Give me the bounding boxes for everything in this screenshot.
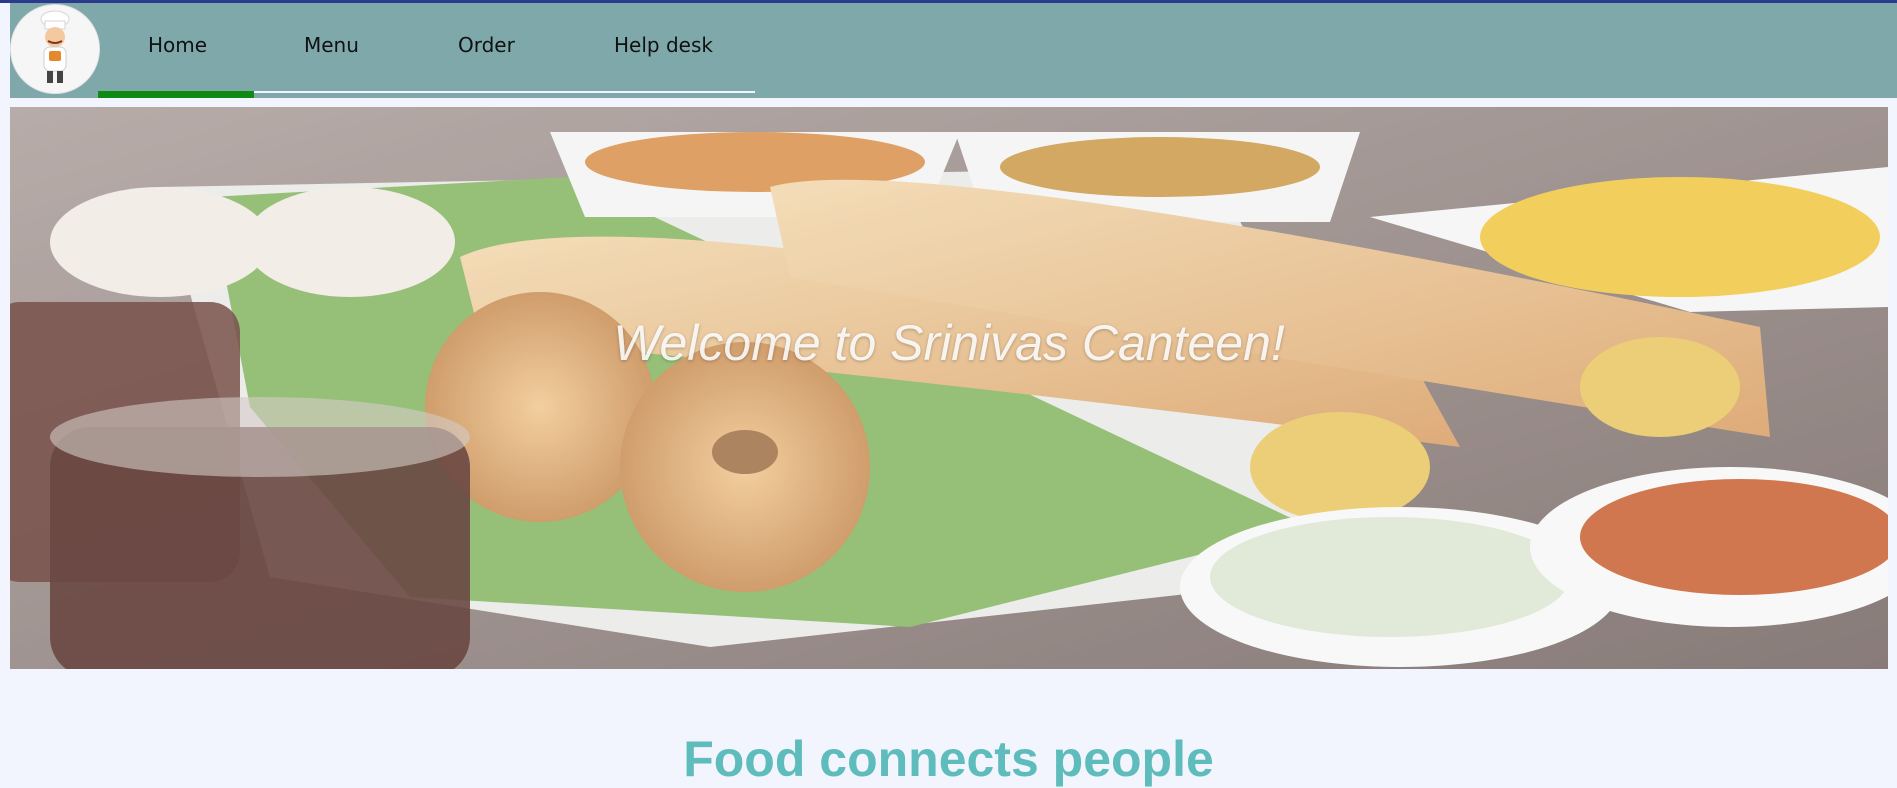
nav-active-indicator [98,91,254,98]
nav-menu-link[interactable]: Menu [304,33,359,57]
hero-banner: Welcome to Srinivas Canteen! [10,107,1888,669]
nav-order-link[interactable]: Order [458,33,515,57]
section-title: Food connects people [683,731,1214,787]
navbar: Home Menu Order Help desk [10,3,1897,98]
hero-title: Welcome to Srinivas Canteen! [613,315,1285,371]
chef-logo-icon[interactable] [10,4,100,94]
nav-helpdesk-link[interactable]: Help desk [614,33,713,57]
nav-home-link[interactable]: Home [148,33,207,57]
hero-overlay [10,107,1888,669]
